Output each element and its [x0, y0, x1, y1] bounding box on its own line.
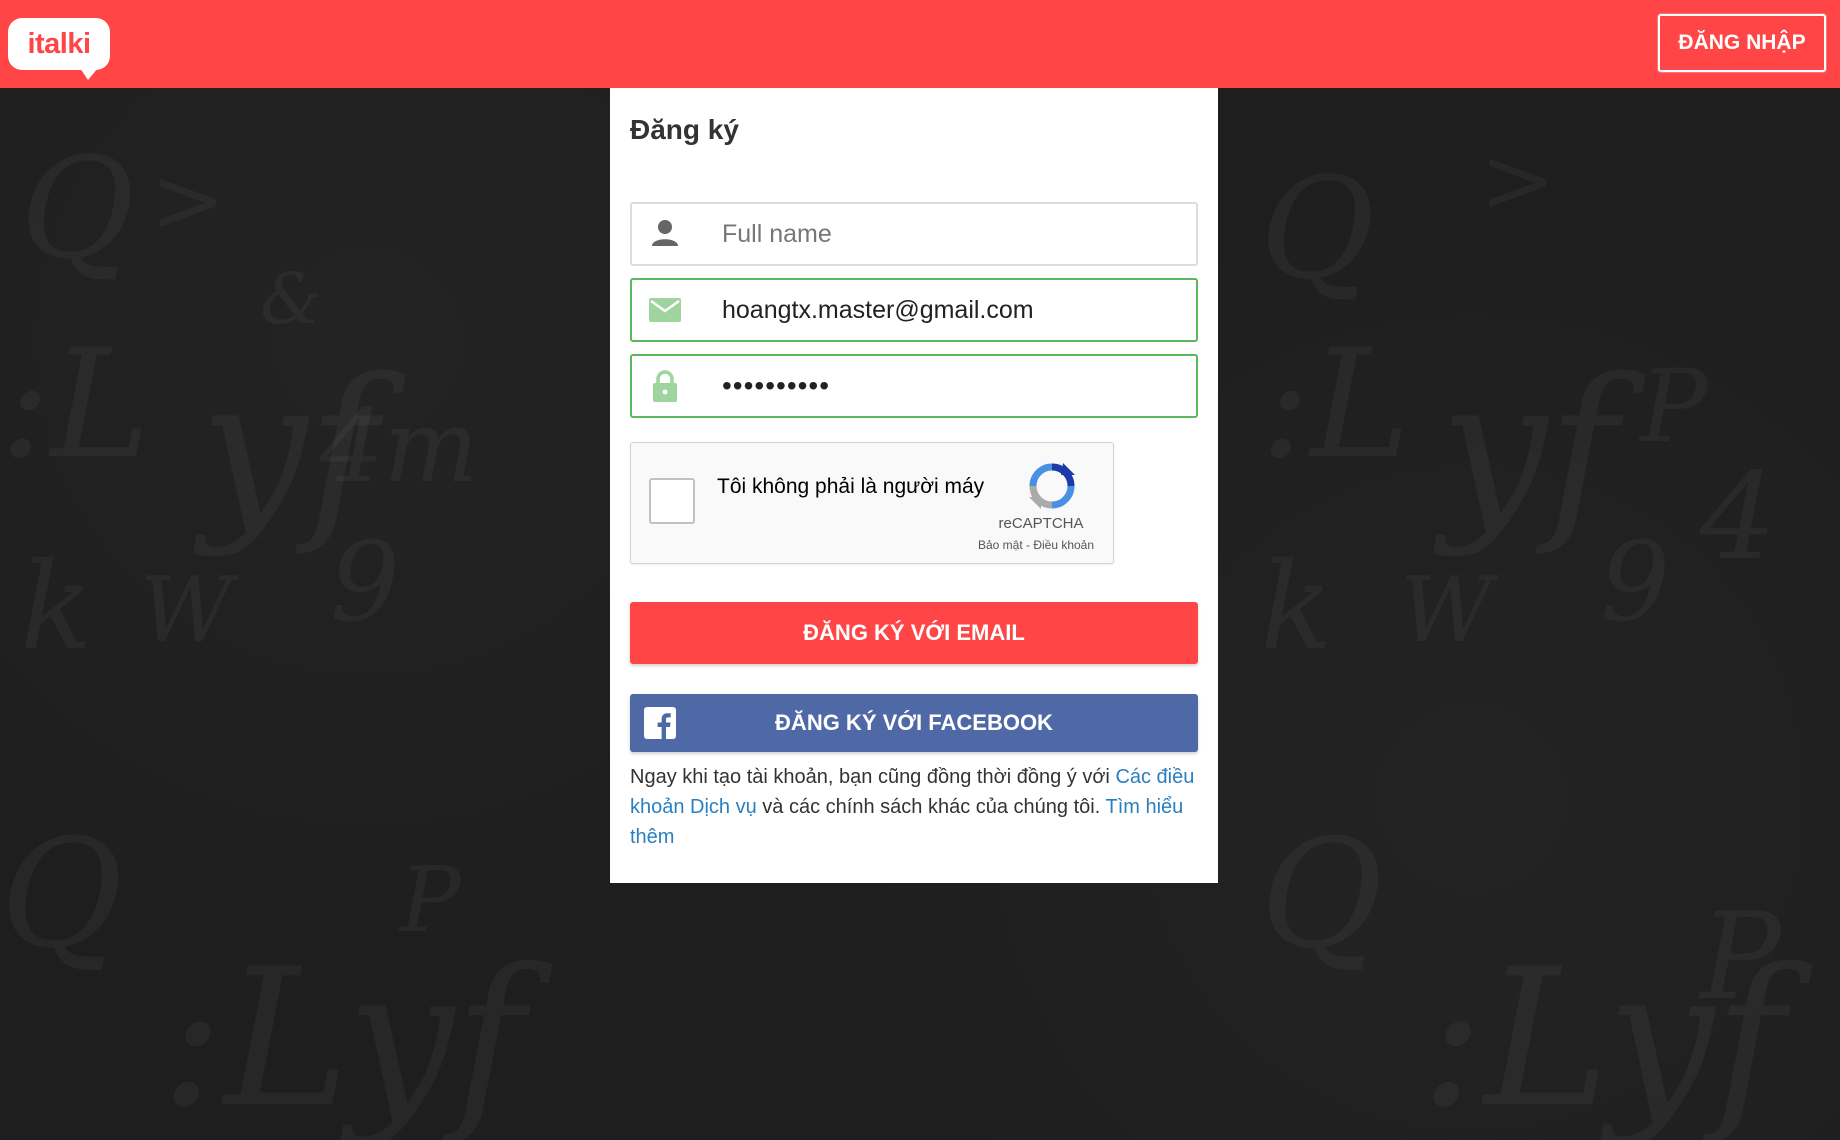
terms-text: Ngay khi tạo tài khoản, bạn cũng đồng th…	[630, 762, 1200, 852]
recaptcha-widget: Tôi không phải là người máy reCAPTCHA Bả…	[630, 442, 1114, 564]
terms-prefix: Ngay khi tạo tài khoản, bạn cũng đồng th…	[630, 766, 1116, 788]
password-field[interactable]: ••••••••••	[630, 354, 1198, 418]
top-bar: italki ĐĂNG NHẬP	[0, 0, 1840, 88]
email-field[interactable]: hoangtx.master@gmail.com	[630, 278, 1198, 342]
recaptcha-label: Tôi không phải là người máy	[717, 475, 985, 498]
logo-speech-tail	[80, 68, 98, 80]
signup-facebook-button[interactable]: ĐĂNG KÝ VỚI FACEBOOK	[630, 694, 1198, 752]
italki-logo[interactable]: italki	[8, 18, 110, 80]
terms-middle: và các chính sách khác của chúng tôi.	[756, 796, 1106, 818]
signup-card: Đăng ký Full name hoangtx.master@gmail.c…	[610, 88, 1218, 883]
signup-email-button[interactable]: ĐĂNG KÝ VỚI EMAIL	[630, 602, 1198, 664]
fullname-input[interactable]: Full name	[722, 204, 832, 264]
fullname-field[interactable]: Full name	[630, 202, 1198, 266]
email-input[interactable]: hoangtx.master@gmail.com	[722, 280, 1034, 340]
recaptcha-links[interactable]: Bảo mật - Điều khoản	[971, 538, 1101, 552]
facebook-icon	[644, 707, 676, 739]
password-input[interactable]: ••••••••••	[722, 356, 830, 416]
lock-icon	[653, 370, 677, 402]
recaptcha-checkbox[interactable]	[649, 478, 695, 524]
recaptcha-icon	[1029, 463, 1075, 509]
logo-text: italki	[27, 27, 91, 60]
recaptcha-brand: reCAPTCHA	[998, 515, 1084, 532]
login-button[interactable]: ĐĂNG NHẬP	[1658, 14, 1826, 72]
envelope-icon	[649, 298, 681, 322]
facebook-button-label: ĐĂNG KÝ VỚI FACEBOOK	[775, 710, 1053, 735]
person-icon	[652, 220, 678, 246]
page-title: Đăng ký	[630, 114, 739, 145]
